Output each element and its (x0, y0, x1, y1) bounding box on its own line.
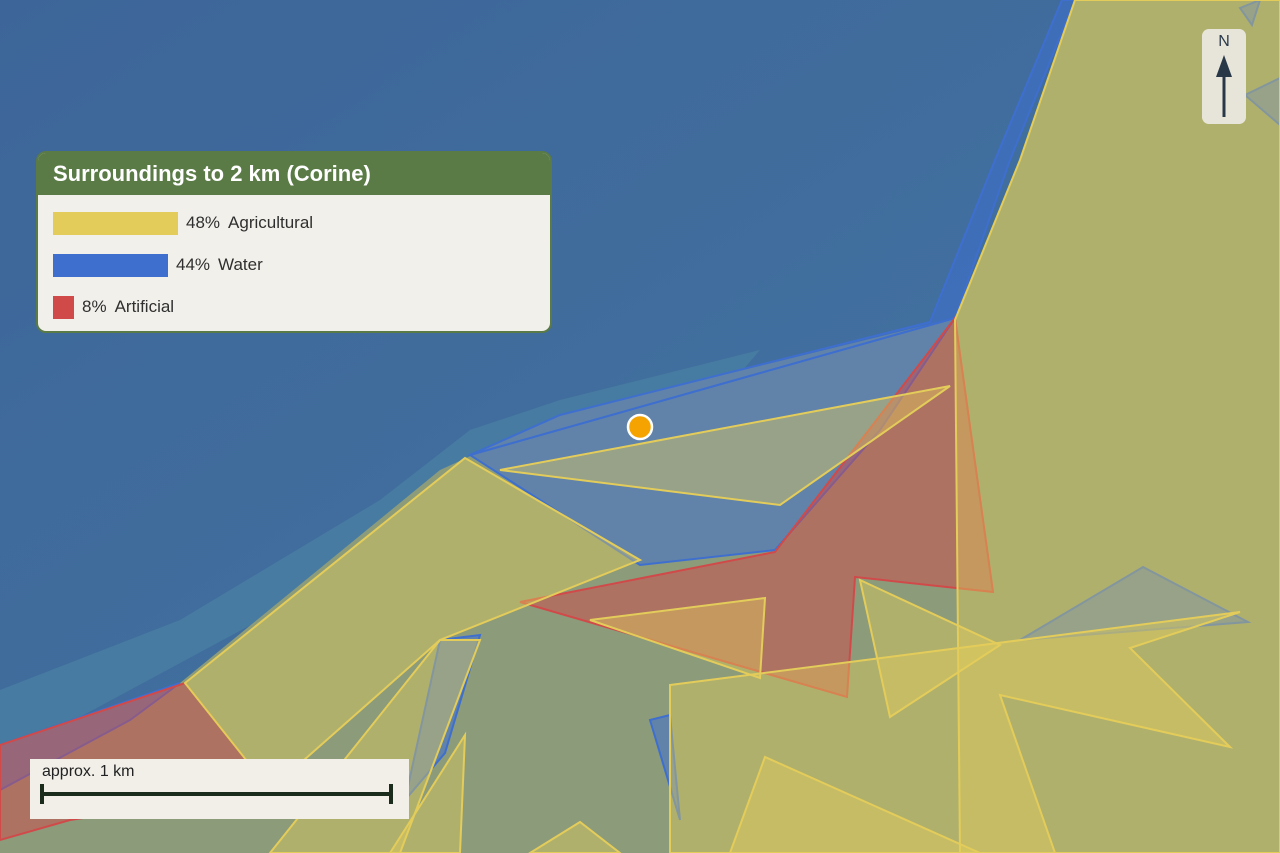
scale-tick-left (40, 784, 44, 804)
scale-tick-right (389, 784, 393, 804)
scale-bar-line (42, 792, 392, 796)
scale-bar: approx. 1 km (30, 759, 409, 819)
legend-label-water: Water (218, 255, 263, 274)
north-arrow-icon (1216, 55, 1232, 117)
legend-pct-water: 44% (176, 255, 211, 274)
legend-label-agricultural: Agricultural (228, 213, 314, 232)
legend-title: Surroundings to 2 km (Corine) (38, 153, 550, 195)
legend-swatch-artificial (53, 295, 74, 319)
legend-swatch-water (53, 253, 168, 277)
legend-label-artificial: Artificial (114, 297, 175, 316)
scale-label: approx. 1 km (42, 763, 135, 780)
legend-pct-artificial: 8% (82, 297, 107, 316)
map-canvas[interactable] (0, 0, 1280, 853)
north-letter: N (1218, 33, 1230, 50)
legend-item-water: 44% Water (53, 253, 263, 277)
legend-panel: Surroundings to 2 km (Corine) 48% Agricu… (36, 151, 552, 333)
location-marker-icon[interactable] (626, 413, 654, 441)
legend-item-agricultural: 48% Agricultural (53, 211, 313, 235)
legend-pct-agricultural: 48% (186, 213, 221, 232)
legend-swatch-agricultural (53, 211, 178, 235)
legend-item-artificial: 8% Artificial (53, 295, 174, 319)
north-arrow-panel: N (1202, 29, 1246, 124)
